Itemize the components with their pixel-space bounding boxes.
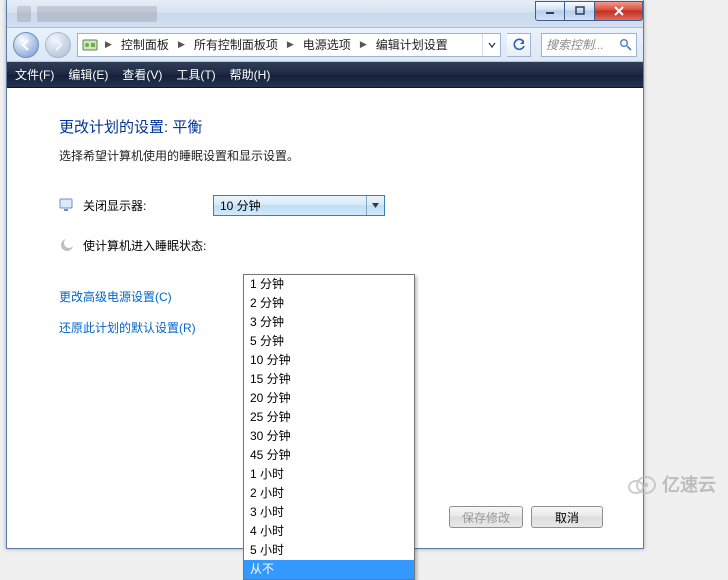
titlebar-blur (7, 0, 535, 27)
restore-defaults-link[interactable]: 还原此计划的默认设置(R) (59, 321, 196, 335)
dropdown-option[interactable]: 45 分钟 (244, 446, 414, 465)
chevron-down-icon (488, 41, 496, 49)
chevron-right-icon: ▶ (102, 39, 115, 50)
search-input[interactable]: 搜索控制... (541, 33, 637, 57)
dropdown-option[interactable]: 1 小时 (244, 465, 414, 484)
search-icon (619, 38, 632, 51)
chevron-right-icon: ▶ (357, 39, 370, 50)
maximize-button[interactable] (565, 1, 595, 21)
advanced-settings-link[interactable]: 更改高级电源设置(C) (59, 290, 172, 304)
refresh-button[interactable] (507, 33, 531, 57)
monitor-icon (59, 197, 75, 213)
cancel-button[interactable]: 取消 (531, 506, 603, 528)
page-heading: 更改计划的设置: 平衡 (59, 116, 603, 137)
close-button[interactable] (595, 1, 643, 21)
dropdown-option[interactable]: 3 分钟 (244, 313, 414, 332)
breadcrumb-item[interactable]: 所有控制面板项 (192, 36, 280, 53)
save-button[interactable]: 保存修改 (449, 506, 523, 528)
moon-icon (59, 237, 75, 253)
chevron-right-icon: ▶ (284, 39, 297, 50)
breadcrumb-item[interactable]: 编辑计划设置 (374, 36, 450, 53)
watermark-text: 亿速云 (662, 471, 716, 497)
dropdown-option[interactable]: 4 小时 (244, 522, 414, 541)
dropdown-option[interactable]: 15 分钟 (244, 370, 414, 389)
menu-edit[interactable]: 编辑(E) (68, 66, 108, 83)
dropdown-option[interactable]: 从不 (244, 560, 414, 579)
setting-sleep: 使计算机进入睡眠状态: (59, 228, 603, 262)
chevron-down-icon (366, 196, 384, 215)
dropdown-option[interactable]: 2 分钟 (244, 294, 414, 313)
breadcrumb-item[interactable]: 电源选项 (301, 36, 353, 53)
titlebar (7, 0, 643, 28)
menu-tools[interactable]: 工具(T) (176, 66, 215, 83)
breadcrumb-item[interactable]: 控制面板 (119, 36, 171, 53)
minimize-button[interactable] (535, 1, 565, 21)
explorer-window: ▶ 控制面板 ▶ 所有控制面板项 ▶ 电源选项 ▶ 编辑计划设置 搜索控制...… (6, 0, 644, 549)
menu-file[interactable]: 文件(F) (15, 66, 54, 83)
dropdown-option[interactable]: 1 分钟 (244, 275, 414, 294)
address-bar[interactable]: ▶ 控制面板 ▶ 所有控制面板项 ▶ 电源选项 ▶ 编辑计划设置 (77, 33, 501, 57)
setting-label: 关闭显示器: (83, 197, 213, 214)
dropdown-option[interactable]: 3 小时 (244, 503, 414, 522)
client-area: 更改计划的设置: 平衡 选择希望计算机使用的睡眠设置和显示设置。 关闭显示器: … (7, 88, 643, 548)
window-buttons (535, 0, 643, 27)
dropdown-option[interactable]: 10 分钟 (244, 351, 414, 370)
dropdown-option[interactable]: 20 分钟 (244, 389, 414, 408)
page-subtext: 选择希望计算机使用的睡眠设置和显示设置。 (59, 147, 603, 164)
setting-display-off: 关闭显示器: 10 分钟 (59, 188, 603, 222)
cloud-icon (626, 474, 656, 494)
watermark: 亿速云 (626, 471, 716, 497)
menubar: 文件(F) 编辑(E) 查看(V) 工具(T) 帮助(H) (7, 62, 643, 88)
display-off-combo[interactable]: 10 分钟 (213, 195, 385, 216)
address-dropdown-button[interactable] (482, 34, 500, 56)
forward-button[interactable] (45, 32, 71, 58)
dropdown-option[interactable]: 2 小时 (244, 484, 414, 503)
combo-value: 10 分钟 (220, 197, 261, 214)
dropdown-option[interactable]: 25 分钟 (244, 408, 414, 427)
chevron-right-icon: ▶ (175, 39, 188, 50)
navbar: ▶ 控制面板 ▶ 所有控制面板项 ▶ 电源选项 ▶ 编辑计划设置 搜索控制... (7, 28, 643, 62)
dropdown-option[interactable]: 5 小时 (244, 541, 414, 560)
menu-help[interactable]: 帮助(H) (230, 66, 271, 83)
dropdown-option[interactable]: 5 分钟 (244, 332, 414, 351)
dropdown-option[interactable]: 30 分钟 (244, 427, 414, 446)
back-button[interactable] (13, 32, 39, 58)
refresh-icon (512, 38, 526, 52)
display-off-dropdown[interactable]: 1 分钟2 分钟3 分钟5 分钟10 分钟15 分钟20 分钟25 分钟30 分… (243, 274, 415, 580)
setting-label: 使计算机进入睡眠状态: (83, 237, 213, 254)
control-panel-icon (82, 37, 98, 53)
menu-view[interactable]: 查看(V) (122, 66, 162, 83)
search-placeholder: 搜索控制... (546, 36, 619, 53)
